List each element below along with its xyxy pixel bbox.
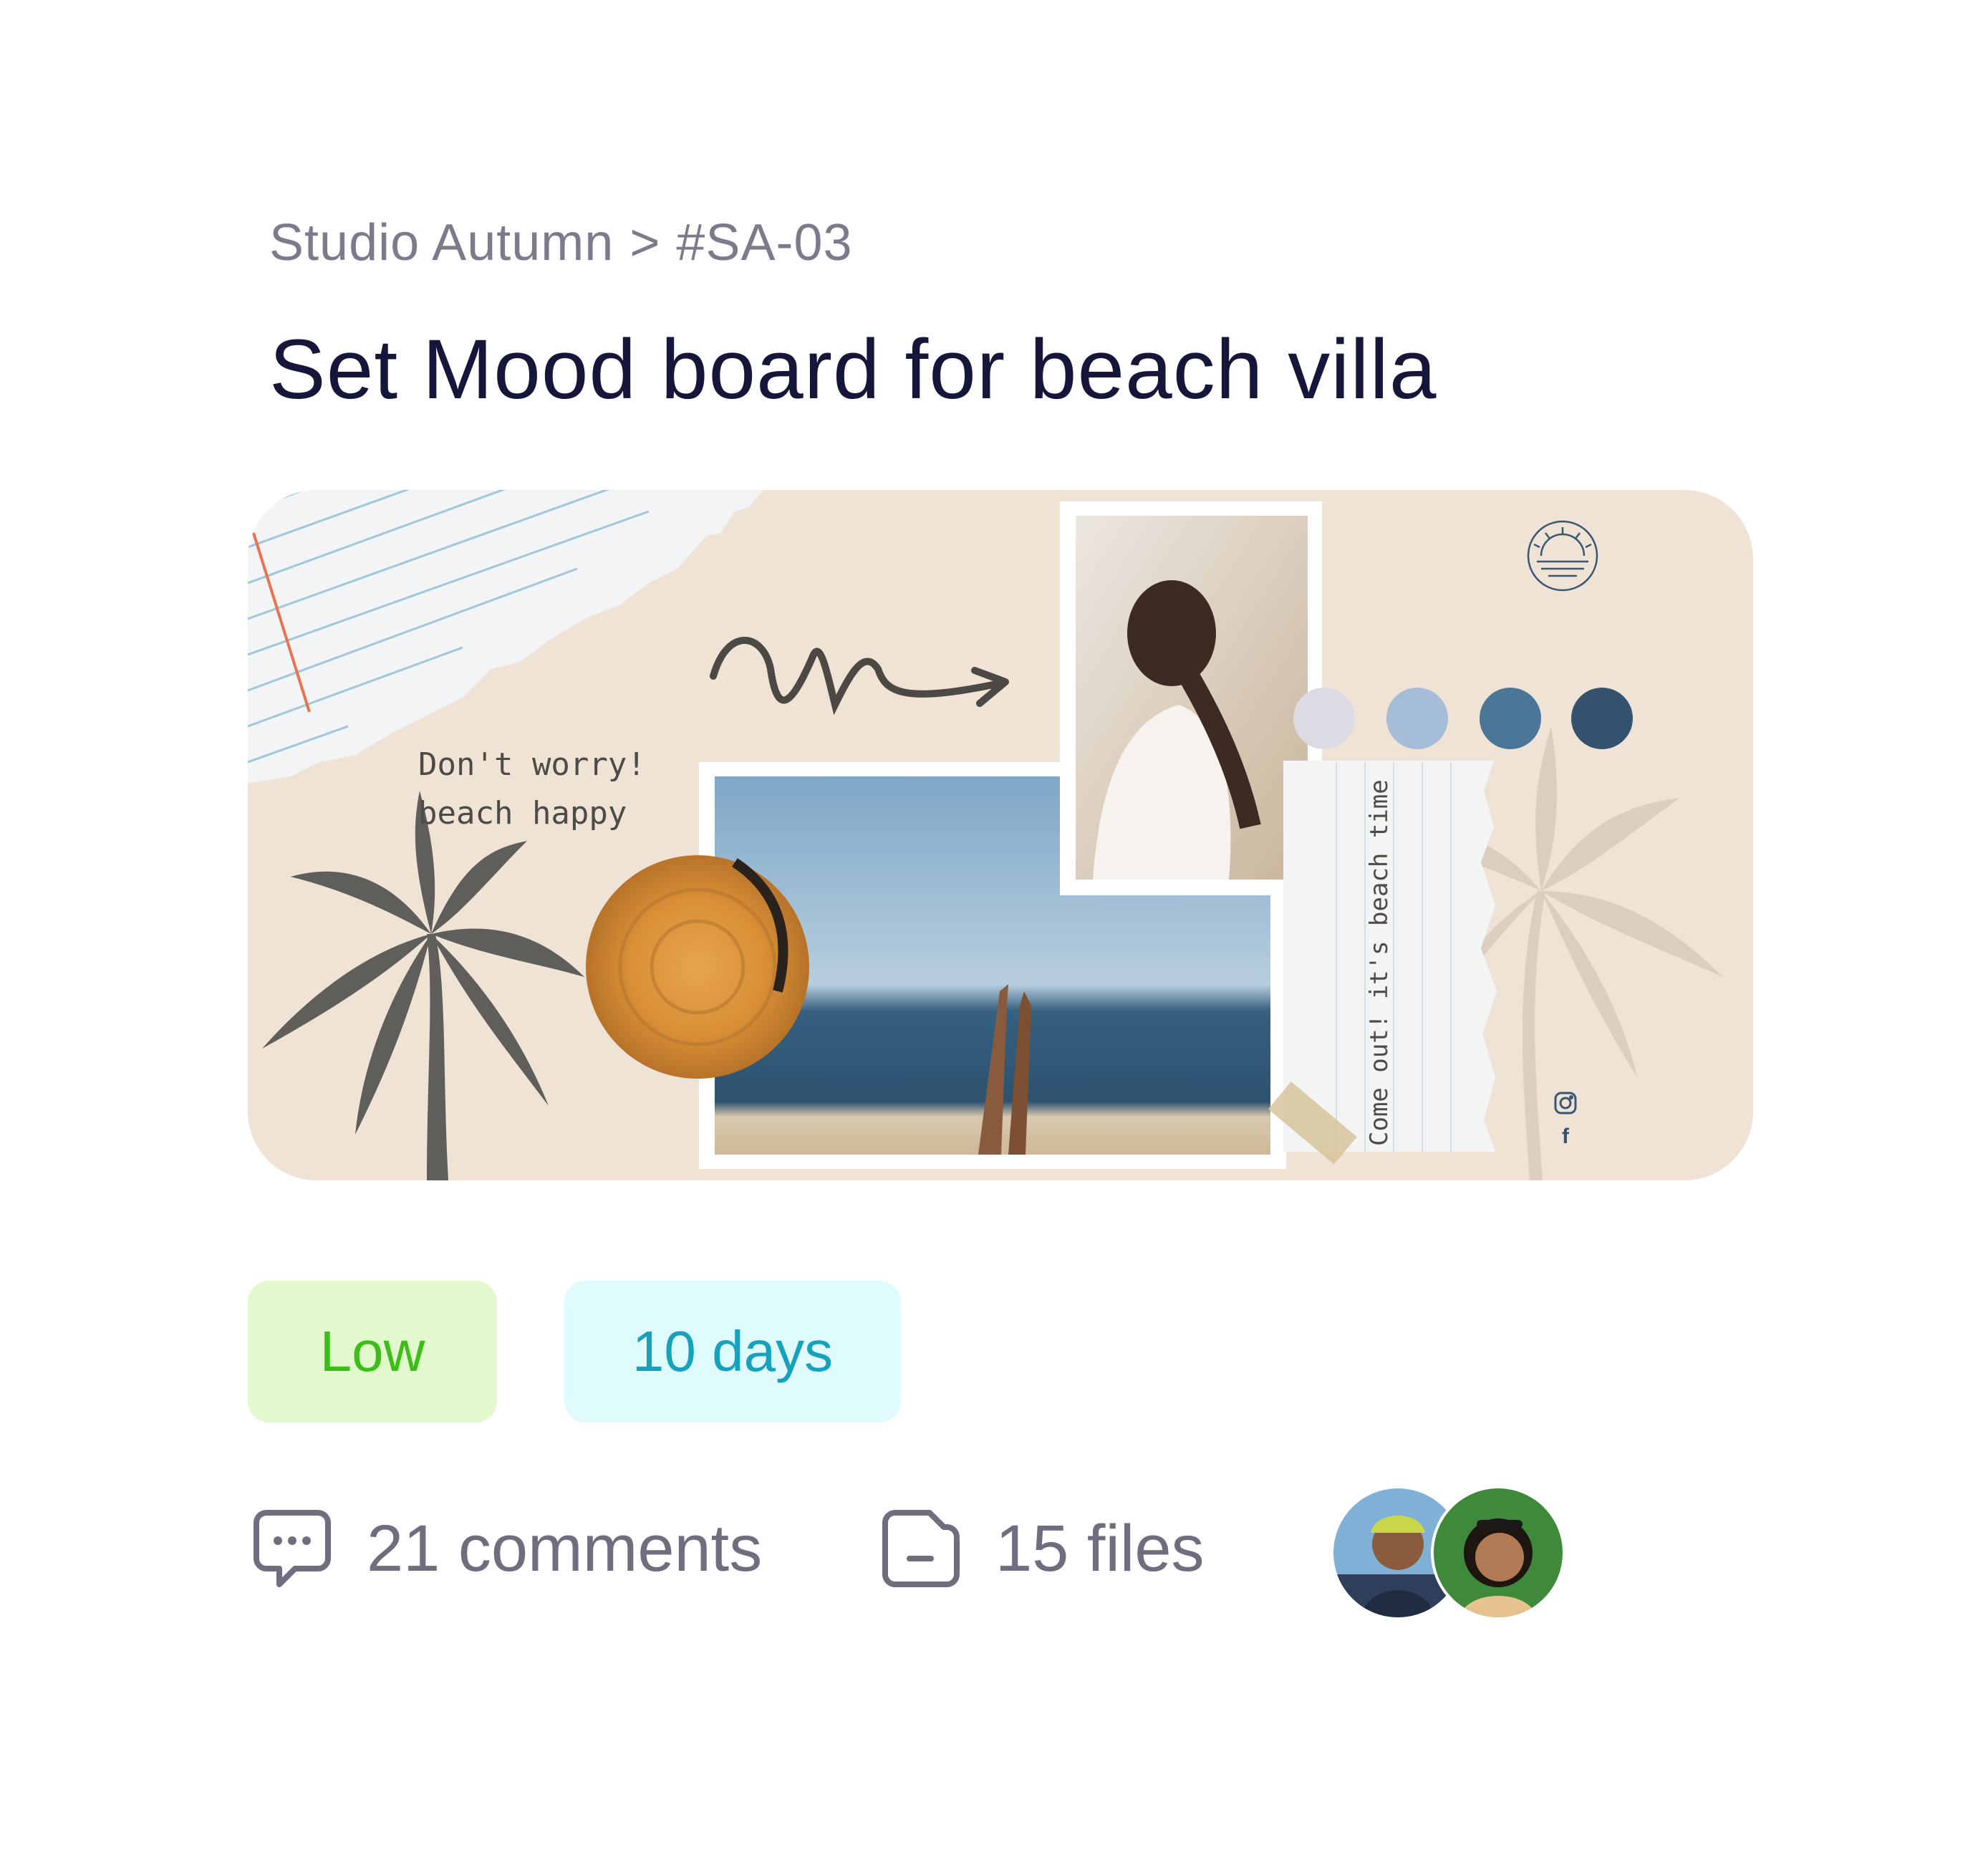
sun-logo: [1527, 520, 1598, 592]
duration-tag[interactable]: 10 days: [564, 1281, 901, 1422]
note-text: Come out! it's beach time: [1365, 779, 1394, 1146]
assignee-avatars[interactable]: [1331, 1486, 1565, 1620]
portrait-photo: [1060, 501, 1322, 895]
palette-swatch-2: [1386, 688, 1448, 749]
torn-paper: [248, 490, 763, 784]
comments-count[interactable]: 21 comments: [251, 1498, 762, 1599]
straw-hat: [586, 855, 809, 1079]
comments-label: 21 comments: [367, 1511, 763, 1585]
task-card[interactable]: Studio Autumn > #SA-03 Set Mood board for …: [0, 0, 1988, 1868]
moodboard-quote: Don't worry! beach happy: [418, 741, 646, 838]
file-icon: [882, 1510, 960, 1587]
quote-line-2: beach happy: [418, 795, 627, 832]
squiggle-arrow: [710, 637, 1003, 716]
priority-tag[interactable]: Low: [248, 1281, 497, 1422]
breadcrumb-project[interactable]: Studio Autumn: [269, 214, 614, 271]
palette-swatch-3: [1480, 688, 1541, 749]
files-count[interactable]: 15 files: [879, 1498, 1205, 1599]
comment-icon: [254, 1510, 331, 1587]
breadcrumb: Studio Autumn > #SA-03: [269, 213, 853, 272]
avatar[interactable]: [1431, 1486, 1565, 1620]
breadcrumb-task-id[interactable]: #SA-03: [676, 214, 852, 271]
files-label: 15 files: [995, 1511, 1205, 1585]
instagram-icon[interactable]: [1554, 1092, 1577, 1114]
palm-tree-left: [262, 791, 584, 1180]
task-title: Set Mood board for beach villa: [269, 322, 1437, 417]
facebook-icon[interactable]: f: [1551, 1125, 1580, 1149]
palette-swatch-1: [1293, 688, 1355, 749]
breadcrumb-separator: >: [629, 214, 661, 271]
palette-swatch-4: [1571, 688, 1633, 749]
avatar-2-image: [1434, 1488, 1563, 1617]
moodboard-image[interactable]: Don't worry! beach happy Come out! it's …: [248, 490, 1753, 1180]
quote-line-1: Don't worry!: [418, 746, 646, 783]
